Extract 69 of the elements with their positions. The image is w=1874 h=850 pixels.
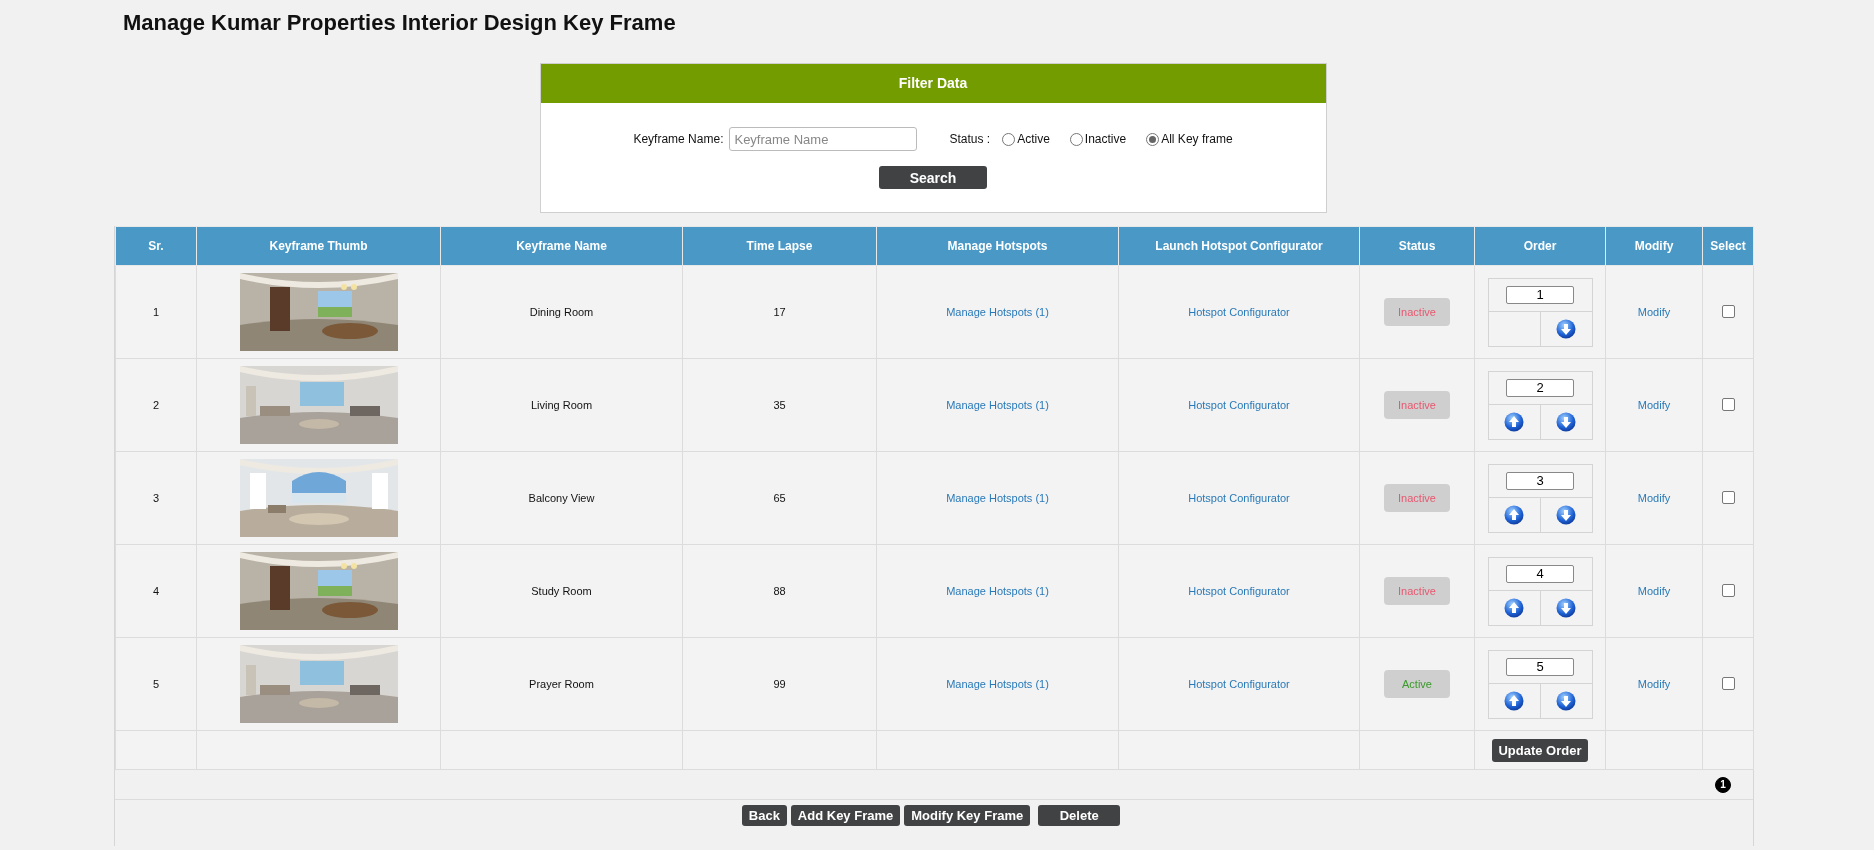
field-label: Keyframe Name: [633, 132, 724, 146]
action-button[interactable]: Modify Key Frame [904, 805, 1031, 826]
order-field[interactable]: 2 [1506, 378, 1574, 397]
action-button[interactable]: Add Key Frame [790, 805, 901, 826]
column-header: Order [1474, 226, 1606, 266]
keyframe-name: Living Room [530, 399, 593, 411]
hotspot-configurator-link[interactable]: Hotspot Configurator [1188, 492, 1290, 504]
select-checkbox[interactable] [1721, 490, 1735, 504]
hotspot-configurator-link[interactable]: Hotspot Configurator [1188, 399, 1290, 411]
hotspot-configurator-link[interactable]: Hotspot Configurator [1188, 585, 1290, 597]
update-order-button[interactable]: Update Order [1492, 738, 1588, 762]
keyframe-name: Prayer Room [529, 678, 594, 690]
status-badge[interactable]: Active [1384, 670, 1450, 698]
row-number: 3 [152, 492, 160, 504]
manage-hotspots-link[interactable]: Manage Hotspots (1) [946, 678, 1049, 690]
order-field[interactable]: 3 [1506, 471, 1574, 490]
modify-link[interactable]: Modify [1637, 306, 1671, 318]
keyframe-name: Dining Room [529, 306, 594, 318]
row-number: 5 [152, 678, 160, 690]
column-header: Select [1702, 226, 1754, 266]
hotspot-configurator-link[interactable]: Hotspot Configurator [1188, 678, 1290, 690]
keyframe-name-field[interactable]: Keyframe Name [729, 127, 918, 151]
radio-label: All Key frame [1161, 132, 1233, 146]
status-label: Status : [949, 132, 991, 146]
row-number: 4 [152, 585, 160, 597]
order-field[interactable]: 1 [1506, 285, 1574, 304]
select-checkbox[interactable] [1721, 304, 1735, 318]
order-field[interactable]: 4 [1506, 564, 1574, 583]
search-button[interactable]: Search [879, 166, 987, 189]
column-header: Keyframe Name [440, 226, 683, 266]
column-header: Launch Hotspot Configurator [1118, 226, 1360, 266]
radio-label: Active [1017, 132, 1050, 146]
select-checkbox[interactable] [1721, 583, 1735, 597]
manage-hotspots-link[interactable]: Manage Hotspots (1) [946, 585, 1049, 597]
time-lapse: 99 [773, 678, 786, 690]
page-number[interactable]: 1 [1715, 776, 1731, 793]
time-lapse: 88 [773, 585, 786, 597]
order-field[interactable]: 5 [1506, 657, 1574, 676]
time-lapse: 17 [773, 306, 786, 318]
time-lapse: 65 [773, 492, 786, 504]
radio-button[interactable] [1146, 132, 1160, 146]
page-title: Manage Kumar Properties Interior Design Key Frame [122, 9, 677, 37]
modify-link[interactable]: Modify [1637, 678, 1671, 690]
select-checkbox[interactable] [1721, 676, 1735, 690]
action-button[interactable]: Back [741, 805, 787, 826]
modify-link[interactable]: Modify [1637, 399, 1671, 411]
row-number: 1 [152, 306, 160, 318]
row-number: 2 [152, 399, 160, 411]
manage-hotspots-link[interactable]: Manage Hotspots (1) [946, 399, 1049, 411]
manage-hotspots-link[interactable]: Manage Hotspots (1) [946, 306, 1049, 318]
radio-button[interactable] [1069, 132, 1083, 146]
radio-button[interactable] [1002, 132, 1016, 146]
filter-header: Filter Data [540, 64, 1326, 103]
column-header: Modify [1605, 226, 1703, 266]
column-header: Time Lapse [682, 226, 877, 266]
select-checkbox[interactable] [1721, 397, 1735, 411]
radio-label: Inactive [1084, 132, 1127, 146]
time-lapse: 35 [773, 399, 786, 411]
keyframe-name: Balcony View [528, 492, 595, 504]
modify-link[interactable]: Modify [1637, 585, 1671, 597]
column-header: Sr. [115, 226, 197, 266]
hotspot-configurator-link[interactable]: Hotspot Configurator [1188, 306, 1290, 318]
modify-link[interactable]: Modify [1637, 492, 1671, 504]
column-header: Keyframe Thumb [196, 226, 441, 266]
column-header: Manage Hotspots [876, 226, 1119, 266]
column-header: Status [1359, 226, 1475, 266]
action-button[interactable]: Delete [1038, 805, 1121, 826]
keyframe-name: Study Room [531, 585, 592, 597]
manage-hotspots-link[interactable]: Manage Hotspots (1) [946, 492, 1049, 504]
